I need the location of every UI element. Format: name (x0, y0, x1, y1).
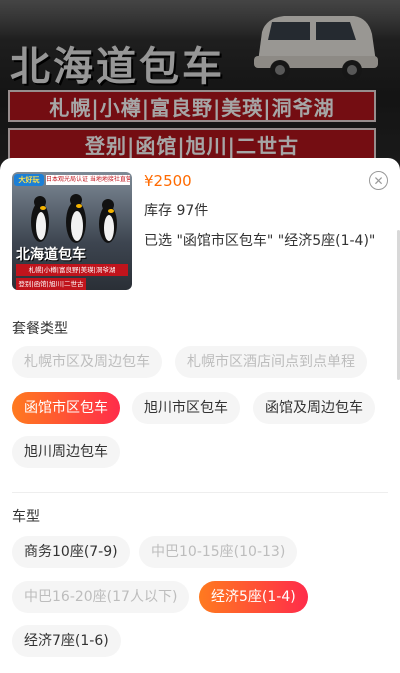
close-icon[interactable]: ✕ (369, 171, 388, 190)
package-option-sapporo-hotel-transfer: 札幌市区酒店间点到点单程 (175, 346, 367, 378)
vehicle-option-business-10[interactable]: 商务10座(7-9) (12, 536, 130, 568)
thumbnail-cities-line2: 登别|函馆|旭川|二世古 (16, 278, 86, 290)
section-divider (12, 492, 388, 493)
package-type-label: 套餐类型 (12, 321, 68, 337)
vehicle-option-minibus-10-15: 中巴10-15座(10-13) (139, 536, 298, 568)
vehicle-option-economy-7[interactable]: 经济7座(1-6) (12, 625, 121, 657)
package-option-hakodate-surroundings[interactable]: 函馆及周边包车 (253, 392, 375, 424)
vehicle-option-minibus-16-20: 中巴16-20座(17人以下) (12, 581, 190, 613)
thumbnail-cities-line1: 札幌|小樽|富良野|美瑛|洞爷湖 (16, 264, 128, 276)
stock-count: 库存 97件 (144, 203, 209, 219)
package-option-hakodate-city[interactable]: 函馆市区包车 (12, 392, 120, 424)
thumbnail-logo: 大好玩 (14, 174, 44, 186)
price: ¥2500 (144, 172, 192, 190)
thumbnail-certification-tag: 日本观光局认证 当地地接社直营 (46, 175, 130, 185)
selected-options: 已选 "函馆市区包车" "经济5座(1-4)" (144, 233, 376, 249)
package-option-asahikawa-surroundings[interactable]: 旭川周边包车 (12, 436, 120, 468)
thumbnail-title: 北海道包车 (16, 247, 86, 263)
modal-backdrop[interactable] (0, 0, 400, 175)
vehicle-option-economy-5[interactable]: 经济5座(1-4) (199, 581, 308, 613)
sku-selector-sheet: 大好玩 日本观光局认证 当地地接社直营 北海道包车 札幌|小樽|富良野|美瑛|洞… (0, 158, 400, 673)
product-thumbnail: 大好玩 日本观光局认证 当地地接社直营 北海道包车 札幌|小樽|富良野|美瑛|洞… (12, 172, 132, 290)
vehicle-type-label: 车型 (12, 509, 40, 525)
package-option-sapporo-city-surroundings: 札幌市区及周边包车 (12, 346, 162, 378)
package-option-asahikawa-city[interactable]: 旭川市区包车 (132, 392, 240, 424)
penguins-illustration (31, 194, 117, 243)
